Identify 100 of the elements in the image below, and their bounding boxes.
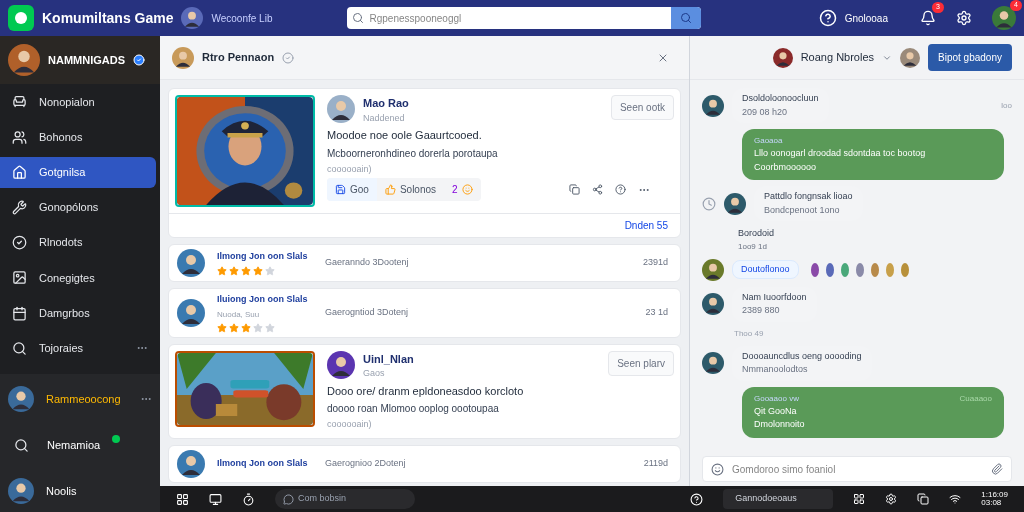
app-logo-icon [8, 5, 34, 31]
profile-name[interactable]: NAMMNIGADS [48, 51, 125, 69]
feed-title: Rtro Pennaon [202, 50, 275, 66]
wrench-icon [12, 200, 27, 215]
avatar [8, 386, 34, 413]
smiley-icon [461, 184, 473, 195]
message-field[interactable]: Gomdoroo simo foaniol [732, 461, 983, 477]
clock-text: 03:08 [981, 499, 1003, 507]
avatar [724, 192, 746, 215]
comments-link[interactable]: Dnden 55 [624, 218, 668, 233]
star-icon [241, 322, 251, 333]
avatar [327, 95, 355, 123]
see-button[interactable]: Seen plarv [608, 350, 674, 376]
grid-icon[interactable] [853, 493, 866, 505]
emoji-icon[interactable] [711, 462, 724, 476]
avatar [177, 249, 205, 277]
avatar [900, 47, 921, 68]
avatar [327, 350, 355, 379]
like-button[interactable]: Solonos [376, 178, 445, 201]
notification-icon[interactable] [920, 10, 936, 26]
sidebar-item[interactable]: Gonopólons [0, 191, 160, 224]
game-subtitle: Nuoda, Suu [217, 308, 261, 321]
avatar [992, 6, 1016, 30]
user-item[interactable]: Rammeoocong [0, 378, 160, 421]
author-subtitle: Naddened [363, 111, 406, 125]
sidebar-item[interactable]: Damgrbos [0, 297, 160, 329]
game-note: Gaerognioo 2Dotenj [325, 456, 407, 470]
avatar [8, 478, 34, 505]
avatar [702, 94, 724, 117]
star-icon [253, 265, 263, 276]
timer-icon[interactable] [242, 492, 255, 506]
report-button[interactable]: Bipot gbadony [928, 44, 1012, 71]
game-row[interactable]: Iluiong Jon oon Slals Nuoda, Suu Gaerogntiod 3Dotenj 23 1d [168, 288, 681, 338]
game-note: Gaerogntiod 3Dotenj [325, 306, 410, 319]
avatar [772, 47, 793, 68]
help-icon[interactable] [818, 9, 837, 27]
search-icon[interactable] [680, 12, 693, 24]
time-label: Thoo 49 [734, 327, 765, 340]
post-meta: coooooain) [327, 418, 373, 431]
message-bubble: Gooaaoo vw Cuaaaoo Qit GooNa Dmolonnoito [742, 386, 1004, 438]
chat-bubble-icon [283, 493, 294, 505]
chat-user-name[interactable]: Roang Nbroles [800, 49, 875, 66]
game-time: 2119d [643, 456, 669, 470]
sidebar-item[interactable]: Rlnodots [0, 227, 160, 259]
reaction-button[interactable]: 2 [444, 178, 481, 201]
avatar [177, 449, 205, 478]
sidebar-item[interactable]: Conegigtes [0, 262, 160, 294]
people-icon [12, 129, 27, 145]
taskbar-app[interactable]: Gannodoeoaus [723, 489, 834, 509]
message-time: 1oo9 1d [738, 240, 768, 253]
message-composer[interactable]: Gomdoroo simo foaniol [702, 456, 1012, 482]
author-name[interactable]: Mao Rao [363, 95, 603, 112]
post-meta: coooooain) [327, 162, 373, 176]
search-icon [352, 12, 365, 24]
help-icon[interactable] [690, 492, 704, 506]
avatar [702, 352, 724, 374]
game-title: Ilmong Jon oon Slals [217, 250, 309, 264]
settings-icon[interactable] [885, 493, 898, 505]
game-row[interactable]: Ilmong Jon oon Slals Gaeranndo 3Dootenj 2391d [168, 244, 681, 282]
search-icon [14, 437, 29, 453]
user-item[interactable]: Noolis [0, 470, 160, 512]
avatar [177, 298, 205, 327]
sidebar-item[interactable]: Tojoraies [0, 332, 160, 365]
save-button[interactable]: Goo [327, 178, 377, 201]
see-button[interactable]: Seen ootk [610, 95, 674, 120]
star-icon [229, 265, 239, 276]
avatar [702, 258, 724, 281]
avatar [172, 46, 194, 69]
badge-icon [12, 235, 27, 251]
status-text[interactable]: Gnolooaa [844, 10, 888, 26]
sidebar-item[interactable]: Nonopialon [0, 86, 160, 118]
avatar [181, 7, 204, 29]
reaction-chip[interactable]: Doutoflonoo [732, 259, 799, 280]
home-icon [12, 164, 27, 180]
post-text: Mcboorneronhdineo dorerla porotaupa [327, 146, 499, 161]
channel-name[interactable]: Wecoonfe Lib [211, 10, 332, 26]
image-icon [12, 270, 27, 286]
wifi-icon[interactable] [949, 493, 962, 505]
post-title: Moodoe noe oole Gaaurtcooed. [327, 128, 483, 143]
message-time: Ioo [1000, 99, 1012, 112]
post-text: doooo roan Mlomoo ooplog oootoupaa [327, 402, 500, 416]
game-title: Ilmonq Jon oon Slals [217, 456, 309, 470]
sidebar-item[interactable]: Bohonos [0, 121, 160, 153]
taskbar-search[interactable]: Com bobsin [275, 489, 415, 509]
attach-icon[interactable] [991, 463, 1003, 475]
author-subtitle: Gaos [363, 367, 386, 380]
sidebar-item[interactable]: Gotgnilsa [0, 156, 156, 188]
grid-icon[interactable] [176, 492, 189, 506]
copy-icon[interactable] [917, 493, 930, 505]
save-icon [335, 184, 346, 195]
verified-icon [282, 51, 295, 64]
user-item[interactable]: Nemamioa [0, 424, 160, 467]
settings-icon[interactable] [956, 10, 972, 26]
author-name[interactable]: Uinl_Nlan [363, 350, 601, 367]
game-title: Iluiong Jon oon Slals [217, 293, 309, 306]
game-row[interactable]: Ilmonq Jon oon Slals Gaerognioo 2Dotenj 2119d [168, 444, 681, 483]
monitor-icon[interactable] [209, 492, 222, 506]
search-icon [12, 340, 27, 356]
share-icon[interactable] [592, 184, 603, 195]
star-icon [241, 265, 251, 276]
